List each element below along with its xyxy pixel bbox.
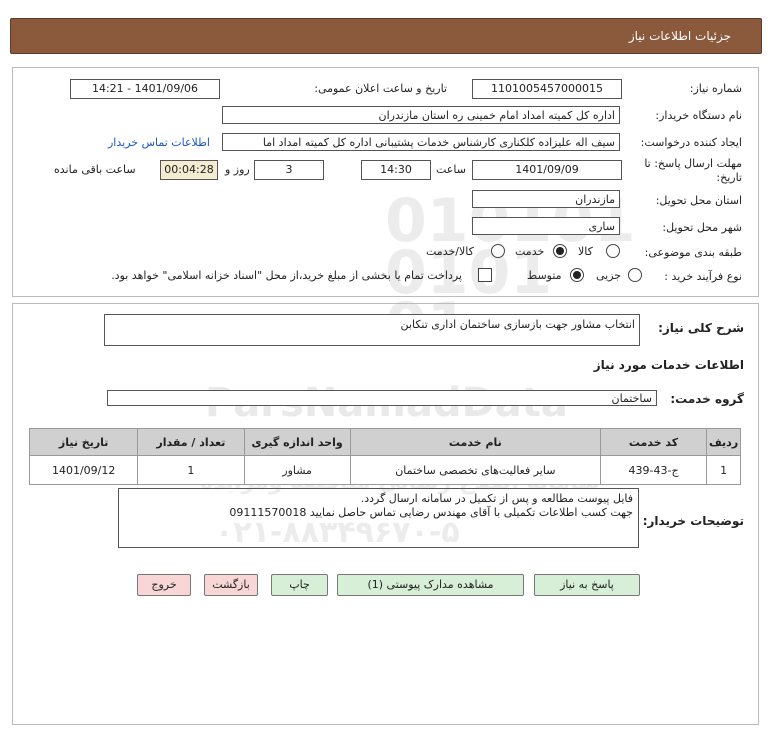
- cell-row: 1: [706, 455, 741, 485]
- col-qty-header: تعداد / مقدار: [137, 428, 245, 456]
- creator-field: سیف اله علیزاده کلکناری کارشناس خدمات پش…: [222, 133, 620, 151]
- category-goods-radio[interactable]: [606, 244, 620, 258]
- category-service-label: خدمت: [515, 245, 545, 258]
- page-title: جزئیات اطلاعات نیاز: [628, 29, 731, 43]
- group-label: گروه خدمت:: [670, 392, 744, 406]
- contact-link[interactable]: اطلاعات تماس خریدار: [108, 136, 210, 149]
- category-both-radio[interactable]: [491, 244, 505, 258]
- need-number-label: شماره نیاز:: [689, 82, 742, 95]
- deadline-time-field: 14:30: [361, 160, 431, 180]
- days-field: 3: [254, 160, 324, 180]
- payment-note: پرداخت تمام یا بخشی از مبلغ خرید،از محل …: [111, 269, 462, 282]
- process-minor-label: جزیی: [596, 269, 622, 282]
- summary-label: شرح کلی نیاز:: [658, 321, 744, 335]
- cell-qty: 1: [137, 455, 245, 485]
- announce-field: 1401/09/06 - 14:21: [70, 79, 220, 99]
- treasury-checkbox[interactable]: [478, 268, 492, 282]
- process-medium-label: متوسط: [527, 269, 562, 282]
- remaining-label: ساعت باقی مانده: [54, 163, 136, 176]
- deadline-label: مهلت ارسال پاسخ: تا تاریخ:: [644, 157, 742, 184]
- category-goods-label: کالا: [578, 245, 593, 258]
- page-header: جزئیات اطلاعات نیاز: [10, 18, 762, 54]
- cell-code: ج-43-439: [599, 455, 708, 485]
- table-row: 1 ج-43-439 سایر فعالیت‌های تخصصی ساختمان…: [28, 455, 741, 485]
- col-unit-header: واحد اندازه گیری: [243, 428, 351, 456]
- buyer-org-field: اداره کل کمیته امداد امام خمینی ره استان…: [222, 106, 620, 124]
- days-label: روز و: [225, 163, 250, 176]
- province-label: استان محل تحویل:: [655, 194, 742, 207]
- attachments-button[interactable]: مشاهده مدارک پیوستی (1): [337, 574, 524, 596]
- category-label: طبقه بندی موضوعی:: [644, 246, 742, 259]
- services-table: ردیف کد خدمت نام خدمت واحد اندازه گیری ت…: [28, 428, 741, 485]
- process-label: نوع فرآیند خرید :: [664, 270, 742, 283]
- notes-label: توضیحات خریدار:: [642, 514, 744, 528]
- notes-field: فایل پیوست مطالعه و پس از تکمیل در سامان…: [118, 488, 639, 548]
- col-date-header: تاریخ نیاز: [28, 428, 139, 456]
- process-minor-radio[interactable]: [628, 268, 642, 282]
- buyer-org-label: نام دستگاه خریدار:: [655, 109, 742, 122]
- exit-button[interactable]: خروج: [137, 574, 191, 596]
- col-code-header: کد خدمت: [599, 428, 708, 456]
- cell-date: 1401/09/12: [28, 455, 139, 485]
- group-field: ساختمان: [107, 390, 657, 406]
- table-header-row: ردیف کد خدمت نام خدمت واحد اندازه گیری ت…: [28, 428, 741, 456]
- need-number-field: 1101005457000015: [472, 79, 622, 99]
- col-name-header: نام خدمت: [349, 428, 601, 456]
- services-title: اطلاعات خدمات مورد نیاز: [593, 358, 744, 372]
- deadline-date-field: 1401/09/09: [472, 160, 622, 180]
- category-service-radio[interactable]: [553, 244, 567, 258]
- province-field: مازندران: [472, 190, 620, 208]
- summary-field: انتخاب مشاور جهت بازسازی ساختمان اداری ت…: [104, 314, 640, 346]
- notes-line-1: فایل پیوست مطالعه و پس از تکمیل در سامان…: [360, 492, 633, 505]
- cell-unit: مشاور: [243, 455, 351, 485]
- back-button[interactable]: بازگشت: [204, 574, 258, 596]
- creator-label: ایجاد کننده درخواست:: [640, 136, 742, 149]
- remaining-time-field: 00:04:28: [160, 160, 218, 180]
- announce-label: تاریخ و ساعت اعلان عمومی:: [314, 82, 447, 95]
- city-label: شهر محل تحویل:: [662, 221, 742, 234]
- cell-name: سایر فعالیت‌های تخصصی ساختمان: [349, 455, 601, 485]
- city-field: ساری: [472, 217, 620, 235]
- category-both-label: کالا/خدمت: [426, 245, 474, 258]
- time-label: ساعت: [436, 163, 466, 176]
- process-medium-radio[interactable]: [570, 268, 584, 282]
- notes-line-2: جهت کسب اطلاعات تکمیلی با آقای مهندس رضا…: [229, 506, 633, 519]
- print-button[interactable]: چاپ: [271, 574, 328, 596]
- col-row-header: ردیف: [706, 428, 741, 456]
- reply-button[interactable]: پاسخ به نیاز: [534, 574, 640, 596]
